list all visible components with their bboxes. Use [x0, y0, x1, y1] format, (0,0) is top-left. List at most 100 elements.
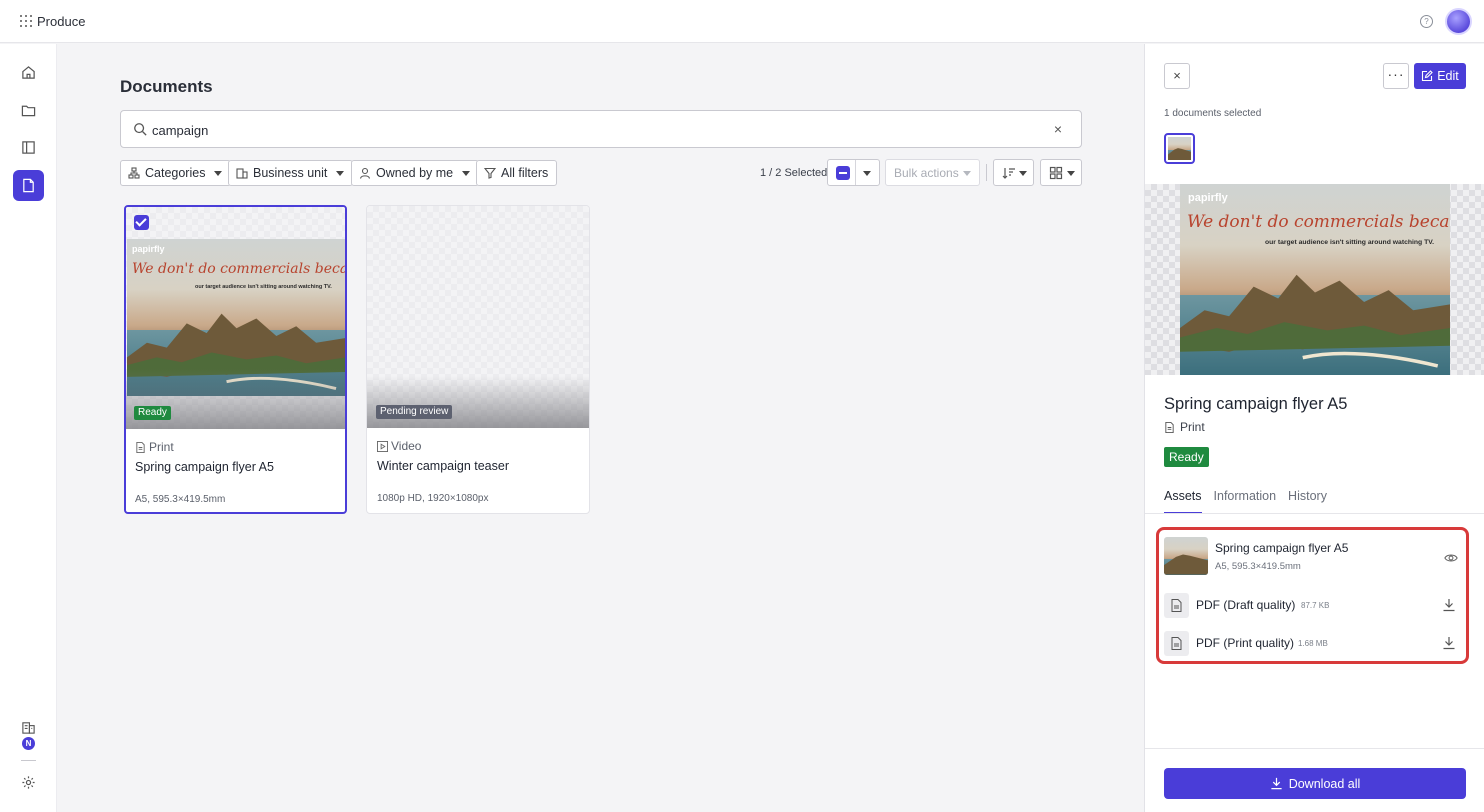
pdf-file-icon [1164, 593, 1189, 618]
building-icon [236, 168, 248, 179]
folders-nav-button[interactable] [13, 95, 44, 126]
tab-assets[interactable]: Assets [1164, 489, 1202, 514]
grid-view-icon [1049, 166, 1063, 180]
bulk-actions-label: Bulk actions [894, 166, 959, 180]
chevron-down-icon[interactable] [863, 171, 871, 176]
flyer-brand: papirfly [1188, 192, 1228, 204]
document-thumbnail: Pending review [367, 206, 589, 428]
document-card[interactable]: Pending review Video Winter campaign tea… [366, 205, 590, 514]
flyer-headline: We don't do commercials because... [132, 261, 345, 277]
document-thumbnail: papirfly We don't do commercials because… [126, 207, 345, 429]
document-icon [136, 441, 145, 453]
chevron-down-icon [336, 170, 345, 176]
tab-history[interactable]: History [1288, 489, 1327, 514]
templates-nav-button[interactable] [13, 132, 44, 163]
asset-meta: A5, 595.3×419.5mm [1215, 561, 1301, 572]
document-type: Print [135, 440, 174, 454]
flyer-subline: our target audience isn't sitting around… [1265, 239, 1435, 246]
tab-information[interactable]: Information [1214, 489, 1277, 514]
document-type-label: Print [149, 440, 174, 454]
documents-nav-button[interactable] [13, 170, 44, 201]
chevron-down-icon [1019, 171, 1027, 176]
person-icon [359, 167, 371, 179]
document-title: Winter campaign teaser [377, 459, 510, 473]
status-badge: Pending review [376, 405, 453, 419]
org-badge: N [22, 737, 35, 750]
left-rail: N [0, 44, 57, 812]
card-checkbox[interactable] [134, 215, 149, 230]
bulk-actions-dropdown[interactable]: Bulk actions [885, 159, 980, 186]
user-avatar[interactable] [1445, 8, 1472, 35]
partial-checkbox-icon[interactable] [836, 166, 850, 180]
home-icon [22, 66, 35, 79]
download-icon [1271, 777, 1282, 790]
toolbar-divider [986, 164, 987, 181]
eye-icon[interactable] [1444, 551, 1458, 565]
search-bar[interactable]: × [120, 110, 1082, 148]
app-name[interactable]: Produce [37, 14, 85, 29]
all-filters-label: All filters [501, 166, 549, 180]
help-icon[interactable]: ? [1420, 15, 1433, 28]
document-type-label: Print [1180, 420, 1205, 434]
chevron-down-icon [1067, 171, 1075, 176]
chevron-down-icon [963, 171, 971, 176]
document-type: Print [1164, 420, 1205, 434]
clear-search-icon[interactable]: × [1051, 122, 1065, 136]
details-panel: × ··· Edit 1 documents selected papirfly… [1144, 44, 1484, 812]
asset-thumbnail[interactable] [1164, 537, 1208, 575]
asset-file-name: PDF (Print quality) [1196, 636, 1295, 650]
close-panel-button[interactable]: × [1164, 63, 1190, 89]
video-icon [377, 440, 388, 452]
filter-icon [484, 167, 496, 179]
detail-tabs: Assets Information History [1164, 489, 1327, 514]
building-icon [22, 722, 35, 734]
home-nav-button[interactable] [13, 57, 44, 88]
selected-document-thumbnail[interactable] [1164, 133, 1195, 164]
document-meta: A5, 595.3×419.5mm [135, 494, 226, 505]
assets-list: Spring campaign flyer A5 A5, 595.3×419.5… [1156, 527, 1469, 664]
footer-divider [1145, 748, 1484, 749]
download-all-label: Download all [1288, 776, 1361, 791]
owned-by-me-filter[interactable]: Owned by me [351, 160, 480, 186]
tabs-divider [1145, 513, 1484, 514]
top-bar: Produce ? [0, 0, 1484, 43]
edit-icon [1422, 70, 1433, 82]
flyer-subline: our target audience isn't sitting around… [195, 284, 332, 290]
select-all-toggle[interactable] [827, 159, 880, 186]
search-icon [134, 123, 147, 136]
asset-file-row[interactable]: PDF (Print quality) 1.68 MB [1164, 631, 1464, 657]
view-mode-dropdown[interactable] [1040, 159, 1082, 186]
document-icon [1165, 421, 1174, 433]
chevron-down-icon [214, 170, 223, 176]
status-badge: Ready [134, 406, 171, 420]
folder-icon [21, 105, 36, 117]
document-card[interactable]: papirfly We don't do commercials because… [124, 205, 347, 514]
page-title: Documents [120, 77, 213, 96]
flyer-headline: We don't do commercials because... [1187, 212, 1450, 232]
edit-button-label: Edit [1437, 69, 1459, 83]
flyer-artwork: papirfly We don't do commercials because… [1180, 184, 1450, 375]
download-icon[interactable] [1442, 636, 1456, 650]
search-input[interactable] [152, 120, 1032, 140]
asset-name: Spring campaign flyer A5 [1215, 541, 1349, 555]
download-icon[interactable] [1442, 598, 1456, 612]
document-type-label: Video [391, 439, 422, 453]
document-title: Spring campaign flyer A5 [135, 460, 274, 474]
toggle-divider [855, 160, 856, 185]
more-options-button[interactable]: ··· [1383, 63, 1409, 89]
business-unit-filter[interactable]: Business unit [228, 160, 354, 186]
download-all-button[interactable]: Download all [1164, 768, 1466, 799]
selection-count: 1 / 2 Selected [760, 167, 828, 179]
all-filters-button[interactable]: All filters [476, 160, 558, 186]
sort-dropdown[interactable] [993, 159, 1034, 186]
owned-by-me-filter-label: Owned by me [376, 166, 454, 180]
categories-filter[interactable]: Categories [120, 160, 232, 186]
edit-button[interactable]: Edit [1414, 63, 1466, 89]
settings-nav-button[interactable] [13, 767, 44, 798]
asset-file-row[interactable]: PDF (Draft quality) 87.7 KB [1164, 593, 1464, 619]
asset-file-size: 1.68 MB [1298, 639, 1328, 648]
app-grid-icon[interactable] [20, 15, 32, 27]
business-unit-filter-label: Business unit [253, 166, 328, 180]
categories-filter-label: Categories [145, 166, 206, 180]
document-title: Spring campaign flyer A5 [1164, 395, 1348, 413]
